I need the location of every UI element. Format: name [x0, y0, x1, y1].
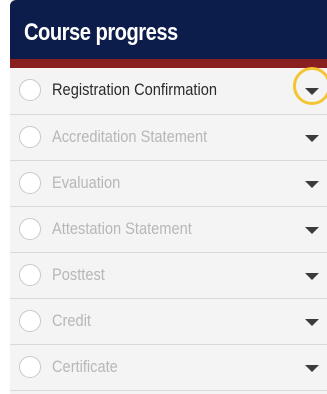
progress-list: Registration Confirmation Accreditation …: [10, 67, 327, 391]
status-circle-icon: [19, 218, 41, 240]
item-label: Registration Confirmation: [52, 80, 217, 99]
item-label: Attestation Statement: [52, 219, 192, 238]
panel-title: Course progress: [24, 19, 178, 46]
item-label: Posttest: [52, 265, 105, 284]
status-circle-icon: [19, 126, 41, 148]
progress-item-credit[interactable]: Credit: [10, 299, 327, 345]
panel-header: Course progress: [10, 0, 327, 59]
progress-item-attestation-statement[interactable]: Attestation Statement: [10, 207, 327, 253]
course-progress-panel: Course progress Registration Confirmatio…: [10, 0, 327, 394]
chevron-down-icon[interactable]: [305, 181, 319, 188]
status-circle-icon: [19, 356, 41, 378]
item-label: Accreditation Statement: [52, 127, 208, 146]
status-circle-icon: [19, 264, 41, 286]
progress-item-evaluation[interactable]: Evaluation: [10, 161, 327, 207]
chevron-down-icon[interactable]: [305, 135, 319, 142]
chevron-down-icon[interactable]: [305, 365, 319, 372]
progress-item-accreditation-statement[interactable]: Accreditation Statement: [10, 115, 327, 161]
status-circle-icon: [19, 79, 41, 101]
progress-item-certificate[interactable]: Certificate: [10, 345, 327, 391]
chevron-down-icon[interactable]: [305, 273, 319, 280]
status-circle-icon: [19, 310, 41, 332]
item-label: Certificate: [52, 357, 118, 376]
chevron-down-icon[interactable]: [305, 88, 319, 95]
header-accent-bar: [10, 59, 327, 68]
progress-item-posttest[interactable]: Posttest: [10, 253, 327, 299]
status-circle-icon: [19, 172, 41, 194]
chevron-down-icon[interactable]: [305, 319, 319, 326]
highlight-ring: [293, 67, 327, 105]
chevron-down-icon[interactable]: [305, 227, 319, 234]
item-label: Credit: [52, 311, 92, 330]
progress-item-registration-confirmation[interactable]: Registration Confirmation: [10, 67, 327, 115]
item-label: Evaluation: [52, 173, 121, 192]
